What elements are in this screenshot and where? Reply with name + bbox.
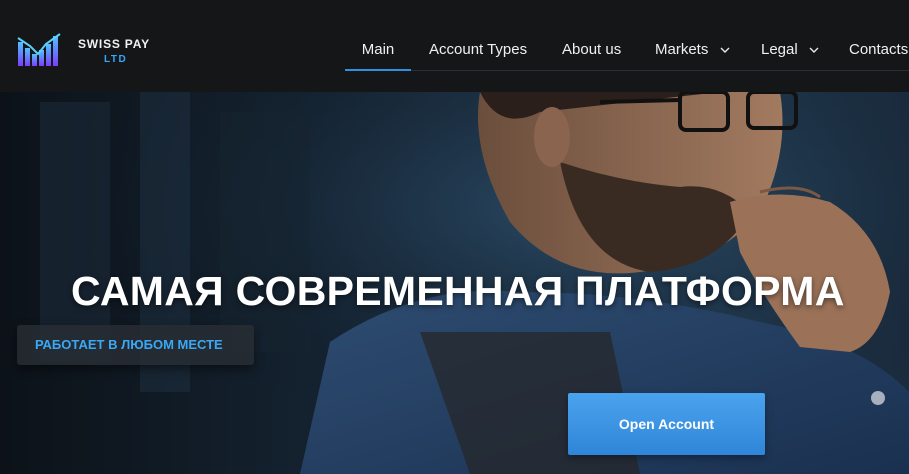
hero-banner: САМАЯ СОВРЕМЕННАЯ ПЛАТФОРМА РАБОТАЕТ В Л… [0,92,909,474]
nav-item-label: Legal [761,41,798,58]
hero-headline: САМАЯ СОВРЕМЕННАЯ ПЛАТФОРМА [71,268,845,314]
nav-item-account-types[interactable]: Account Types [429,30,527,71]
nav-item-markets[interactable]: Markets [655,30,730,71]
nav-item-label: Main [361,41,395,58]
nav-item-main[interactable]: Main [345,30,411,71]
hero-tagline-box: РАБОТАЕТ В ЛЮБОМ МЕСТЕ [17,325,254,365]
nav-item-label: Account Types [429,41,528,58]
main-nav: Main Account Types About us Markets Lega… [345,30,909,72]
hero-tagline: РАБОТАЕТ В ЛЮБОМ МЕСТЕ [35,337,223,352]
nav-item-label: Markets [655,41,709,58]
site-header: SWISS PAY LTD Main Account Types About u… [0,0,909,92]
chevron-down-icon [809,47,819,54]
nav-item-about-us[interactable]: About us [562,30,621,71]
swiss-pay-logo-icon [17,33,61,66]
brand-logo[interactable]: SWISS PAY LTD [16,32,176,72]
brand-suffix: LTD [104,54,128,65]
open-account-button[interactable]: Open Account [568,393,765,455]
brand-name: SWISS PAY [78,37,150,51]
nav-item-contacts[interactable]: Contacts [849,30,908,71]
nav-item-label: About us [562,41,622,58]
nav-item-legal[interactable]: Legal [761,30,819,71]
nav-item-label: Contacts [849,41,909,58]
chevron-down-icon [720,47,730,54]
